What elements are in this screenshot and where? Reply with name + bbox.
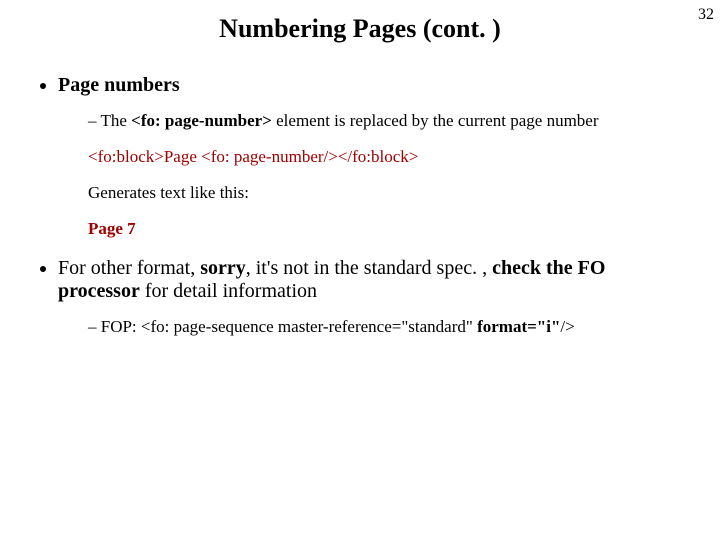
slide-body: Page numbers The <fo: page-number> eleme… <box>0 44 720 337</box>
text: The <box>100 111 131 130</box>
text: FOP: <fo: page-sequence master-reference… <box>101 317 477 336</box>
code-text: <fo:block>Page <fo: page-number/></fo:bl… <box>88 147 418 166</box>
text: For other format, <box>58 257 200 279</box>
slide-title: Numbering Pages (cont. ) <box>0 0 720 44</box>
slide: 32 Numbering Pages (cont. ) Page numbers… <box>0 0 720 540</box>
format-attr: format="i" <box>477 317 560 336</box>
fo-tag: <fo: page-number> <box>131 111 272 130</box>
page-number: 32 <box>698 6 714 24</box>
sub-bullet-fop: FOP: <fo: page-sequence master-reference… <box>88 317 688 337</box>
output-text: Page 7 <box>88 219 136 238</box>
text: element is replaced by the current page … <box>272 111 599 130</box>
sub-bullet-element: The <fo: page-number> element is replace… <box>88 111 688 131</box>
text: , it's not in the standard spec. , <box>246 257 492 279</box>
code-line: <fo:block>Page <fo: page-number/></fo:bl… <box>88 147 688 167</box>
bullet-other-format: For other format, sorry, it's not in the… <box>58 257 688 337</box>
text-sorry: sorry <box>200 257 246 279</box>
text: /> <box>560 317 574 336</box>
generates-label: Generates text like this: <box>88 183 688 203</box>
bullet-label: Page numbers <box>58 74 180 96</box>
text: for detail information <box>140 280 317 302</box>
generated-output: Page 7 <box>88 219 688 239</box>
bullet-page-numbers: Page numbers The <fo: page-number> eleme… <box>58 74 688 239</box>
